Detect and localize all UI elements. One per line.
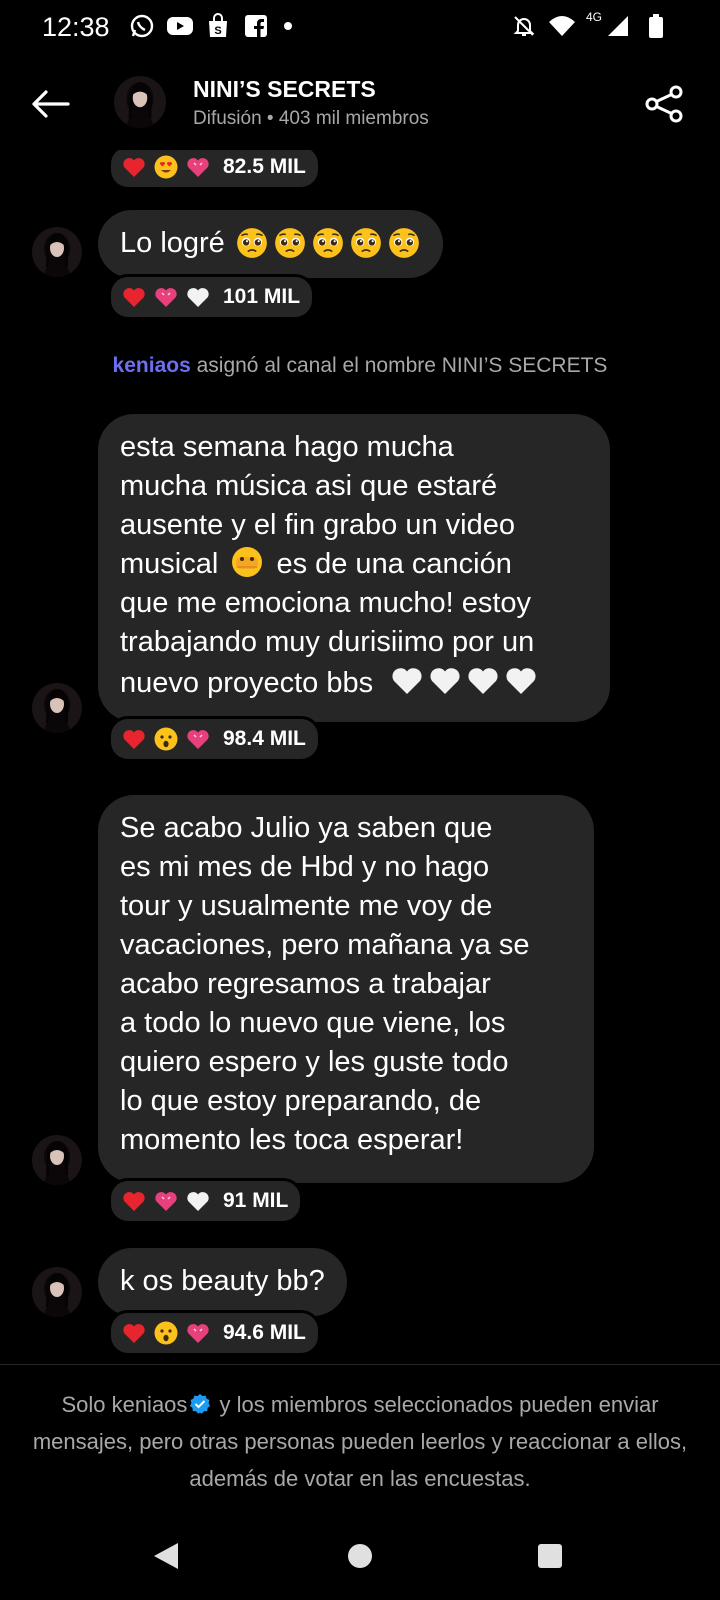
- heart-pink-icon: [185, 726, 211, 752]
- channel-header: NINI’S SECRETS Difusión • 403 mil miembr…: [0, 56, 720, 156]
- share-icon: [645, 85, 683, 123]
- heart-red-icon: [121, 1188, 147, 1214]
- square-recents-icon: [538, 1544, 562, 1568]
- verified-badge-icon: [190, 1394, 211, 1414]
- reaction-count: 82.5 MIL: [223, 155, 306, 178]
- message-text: k os beauty bb?: [120, 1264, 325, 1297]
- heart-white-icon: [185, 284, 211, 310]
- whatsapp-icon: [128, 12, 156, 40]
- heart-pink-icon: [185, 1320, 211, 1346]
- heart-red-icon: [121, 726, 147, 752]
- heart-pink-icon: [153, 1188, 179, 1214]
- network-type-label: 4G: [585, 10, 602, 24]
- message-reactions[interactable]: 94.6 MIL: [108, 1310, 321, 1356]
- white-heart-icon: [503, 662, 539, 698]
- pleading-face-icon: [387, 226, 421, 260]
- surprised-face-icon: [153, 1320, 179, 1346]
- message-reactions[interactable]: 82.5 MIL: [108, 150, 321, 190]
- svg-text:S: S: [214, 25, 221, 37]
- heart-pink-icon: [185, 154, 211, 180]
- message-reactions[interactable]: 98.4 MIL: [108, 716, 321, 762]
- message-reactions[interactable]: 101 MIL: [108, 274, 316, 320]
- circle-home-icon: [348, 1544, 372, 1568]
- facebook-icon: [242, 12, 270, 40]
- status-time: 12:38: [42, 12, 110, 42]
- arrow-left-icon: [32, 90, 70, 118]
- message-feed[interactable]: 82.5 MIL Lo logré 101 MIL keniaos asignó…: [0, 150, 720, 1366]
- reaction-count: 94.6 MIL: [223, 1321, 306, 1344]
- heart-red-icon: [121, 154, 147, 180]
- pleading-face-icon: [235, 226, 269, 260]
- message-text: Lo logré: [120, 226, 225, 259]
- system-navigation-bar: [0, 1516, 720, 1600]
- channel-subtitle: Difusión • 403 mil miembros: [193, 108, 429, 129]
- reaction-count: 98.4 MIL: [223, 727, 306, 750]
- system-message-text: asignó al canal el nombre NINI’S SECRETS: [190, 354, 608, 377]
- battery-icon: [642, 12, 670, 40]
- message-reactions[interactable]: 91 MIL: [108, 1178, 304, 1224]
- wifi-icon: [548, 12, 576, 40]
- white-heart-icon: [427, 662, 463, 698]
- footer-divider: [0, 1364, 720, 1365]
- message-bubble[interactable]: Se acabo Julio ya saben que es mi mes de…: [98, 795, 594, 1183]
- sender-avatar[interactable]: [32, 1267, 82, 1317]
- peek-face-icon: [230, 545, 264, 579]
- heart-eyes-icon: [153, 154, 179, 180]
- channel-avatar[interactable]: [114, 76, 166, 128]
- back-button[interactable]: [26, 80, 74, 128]
- nav-recents-button[interactable]: [530, 1536, 570, 1576]
- channel-permissions-note: Solo keniaos y los miembros seleccionado…: [24, 1386, 696, 1497]
- heart-red-icon: [121, 1320, 147, 1346]
- pleading-face-icon: [273, 226, 307, 260]
- system-message-user[interactable]: keniaos: [113, 354, 191, 377]
- sender-avatar[interactable]: [32, 227, 82, 277]
- surprised-face-icon: [153, 726, 179, 752]
- white-heart-icon: [465, 662, 501, 698]
- heart-white-icon: [185, 1188, 211, 1214]
- message-text: Se acabo Julio ya saben que es mi mes de…: [120, 812, 530, 1156]
- system-message: keniaos asignó al canal el nombre NINI’S…: [0, 354, 720, 378]
- reaction-count: 101 MIL: [223, 285, 301, 308]
- status-system-icons: 4G: [510, 10, 670, 40]
- heart-red-icon: [121, 284, 147, 310]
- share-button[interactable]: [640, 80, 688, 128]
- footer-prefix: Solo keniaos: [61, 1392, 188, 1417]
- sender-avatar[interactable]: [32, 1135, 82, 1185]
- message-bubble[interactable]: k os beauty bb?: [98, 1248, 347, 1316]
- nav-back-button[interactable]: [146, 1536, 186, 1576]
- nav-home-button[interactable]: [340, 1536, 380, 1576]
- reaction-count: 91 MIL: [223, 1189, 289, 1212]
- youtube-icon: [166, 12, 194, 40]
- bell-off-icon: [510, 12, 538, 40]
- status-bar: 12:38 S 4G: [0, 0, 720, 56]
- status-notification-icons: S: [128, 12, 292, 40]
- pleading-face-icon: [311, 226, 345, 260]
- heart-pink-icon: [153, 284, 179, 310]
- message-bubble[interactable]: esta semana hago mucha mucha música asi …: [98, 414, 610, 722]
- triangle-back-icon: [154, 1543, 178, 1569]
- pleading-face-icon: [349, 226, 383, 260]
- white-heart-icon: [389, 662, 425, 698]
- message-bubble[interactable]: Lo logré: [98, 210, 443, 278]
- signal-icon: [604, 12, 632, 40]
- notification-dot: [284, 22, 292, 30]
- channel-title[interactable]: NINI’S SECRETS: [193, 76, 376, 103]
- sender-avatar[interactable]: [32, 683, 82, 733]
- white-hearts: [389, 662, 539, 698]
- pleading-face-emojis: [235, 226, 421, 260]
- shopping-bag-icon: S: [204, 12, 232, 40]
